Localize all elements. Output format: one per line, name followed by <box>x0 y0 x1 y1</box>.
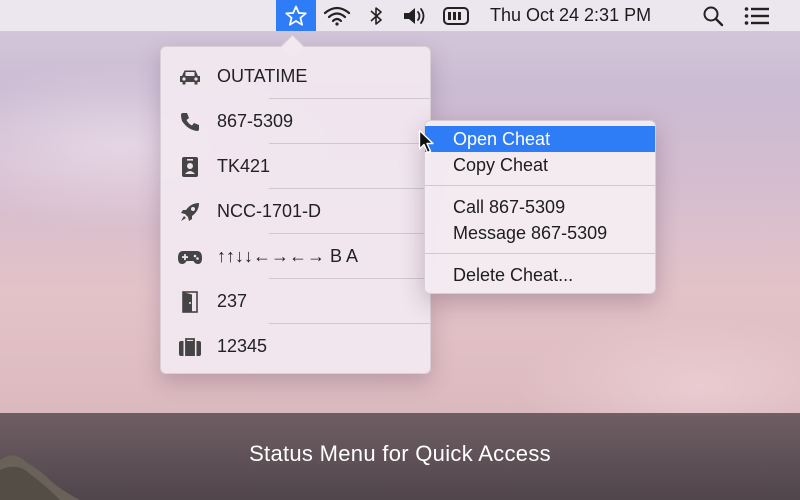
cheat-label: 867-5309 <box>217 111 294 131</box>
gamepad-icon <box>177 245 203 269</box>
cheat-label: 12345 <box>217 336 268 356</box>
spotlight-button[interactable] <box>700 0 726 31</box>
wifi-icon <box>323 6 351 26</box>
notification-center-button[interactable] <box>740 0 774 31</box>
menu-separator <box>425 185 655 186</box>
menubar-clock[interactable]: Thu Oct 24 2:31 PM <box>490 0 670 31</box>
cheat-item-luggage[interactable]: 12345 <box>161 324 430 369</box>
wifi-menu[interactable] <box>320 0 354 31</box>
copy-cheat-menu-item[interactable]: Copy Cheat <box>425 152 655 178</box>
cheat-item-badge[interactable]: TK421 <box>161 144 430 189</box>
rocket-icon <box>177 200 203 224</box>
call-menu-item[interactable]: Call 867-5309 <box>425 194 655 220</box>
door-icon <box>177 290 203 314</box>
menu-separator <box>425 253 655 254</box>
battery-menu[interactable] <box>441 0 471 31</box>
cheat-label: OUTATIME <box>217 66 308 86</box>
spotlight-search-icon <box>703 6 724 26</box>
cheat-label: NCC-1701-D <box>217 201 322 221</box>
cheat-item-konami[interactable]: ↑↑↓↓←→←→ B A <box>161 234 430 279</box>
notification-list-icon <box>744 6 769 25</box>
star-icon <box>285 5 307 26</box>
cheat-item-outatime[interactable]: OUTATIME <box>161 54 430 99</box>
briefcase-icon <box>177 335 203 359</box>
menu-bar: Thu Oct 24 2:31 PM <box>0 0 800 32</box>
volume-menu[interactable] <box>401 0 431 31</box>
mouse-cursor-icon <box>418 129 434 154</box>
open-cheat-menu-item[interactable]: Open Cheat <box>425 126 655 152</box>
cheat-label: ↑↑↓↓←→←→ B A <box>217 246 359 266</box>
bluetooth-icon <box>370 6 382 25</box>
cheat-item-room[interactable]: 237 <box>161 279 430 324</box>
battery-icon <box>443 6 469 25</box>
status-star-button[interactable] <box>276 0 316 31</box>
car-icon <box>177 65 203 89</box>
status-menu-dropdown: OUTATIME 867-5309 TK421 NCC-1701-D ↑↑↓↓←… <box>160 34 431 374</box>
phone-icon <box>177 110 203 134</box>
cheat-label: TK421 <box>217 156 271 176</box>
cheat-item-phone[interactable]: 867-5309 <box>161 99 430 144</box>
bluetooth-menu[interactable] <box>364 0 388 31</box>
cheat-label: 237 <box>217 291 248 311</box>
volume-icon <box>404 7 425 24</box>
delete-cheat-menu-item[interactable]: Delete Cheat... <box>425 262 655 288</box>
cheat-context-menu: Open Cheat Copy Cheat Call 867-5309 Mess… <box>424 120 656 294</box>
id-badge-icon <box>177 155 203 179</box>
feature-caption: Status Menu for Quick Access <box>249 441 551 466</box>
message-menu-item[interactable]: Message 867-5309 <box>425 220 655 246</box>
cheat-item-starship[interactable]: NCC-1701-D <box>161 189 430 234</box>
